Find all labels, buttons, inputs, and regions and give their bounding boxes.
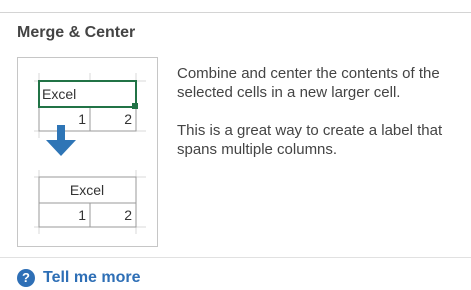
- after-values-row: [38, 202, 137, 228]
- fill-handle: [132, 103, 138, 109]
- description-paragraph-1: Combine and center the contents of the s…: [177, 65, 440, 101]
- tell-me-more-label: Tell me more: [43, 269, 141, 286]
- tell-me-more-link[interactable]: ? Tell me more: [17, 269, 141, 287]
- tooltip-description: Combine and center the contents of the s…: [177, 64, 462, 159]
- question-circle-icon: ?: [17, 269, 35, 287]
- before-value-2: 2: [124, 111, 132, 127]
- before-value-1: 1: [78, 111, 86, 127]
- after-label: Excel: [70, 182, 104, 198]
- description-paragraph-2: This is a great way to create a label th…: [177, 122, 443, 158]
- after-value-2: 2: [124, 207, 132, 223]
- merge-preview-illustration: 1 2 Excel Excel 1 2: [17, 57, 158, 247]
- top-divider: [0, 12, 471, 13]
- bottom-divider: [0, 257, 471, 258]
- preview-svg: 1 2 Excel Excel 1 2: [34, 73, 146, 234]
- before-label: Excel: [42, 86, 76, 102]
- before-values-row: [38, 106, 137, 132]
- after-value-1: 1: [78, 207, 86, 223]
- tooltip-title: Merge & Center: [17, 24, 136, 41]
